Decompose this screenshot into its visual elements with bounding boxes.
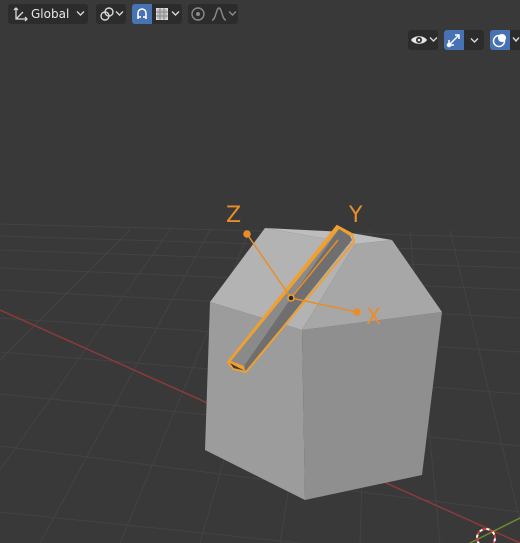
viewport-header: Global — [0, 0, 520, 28]
chevron-down-icon — [171, 10, 180, 17]
chevron-down-icon — [115, 10, 124, 17]
transform-orientation-dropdown[interactable]: Global — [8, 4, 88, 24]
eye-icon — [410, 33, 428, 47]
house-right-face — [302, 312, 442, 500]
chevron-down-icon — [228, 10, 237, 17]
chevron-down-icon — [429, 36, 438, 43]
proportional-editing-toggle[interactable] — [188, 4, 208, 24]
snap-magnet-icon — [134, 6, 150, 22]
3d-viewport[interactable] — [0, 0, 520, 543]
transform-orientation-value: Global — [31, 7, 70, 21]
overlays-dropdown[interactable] — [510, 30, 520, 50]
chevron-down-icon — [76, 10, 85, 17]
overlays-toggle[interactable] — [490, 30, 510, 50]
snap-target-dropdown[interactable] — [152, 4, 182, 24]
falloff-curve-icon — [211, 6, 227, 22]
pivot-link-icon — [99, 6, 115, 22]
gizmos-dropdown[interactable] — [464, 30, 484, 50]
pivot-point-dropdown[interactable] — [96, 4, 126, 24]
falloff-dropdown[interactable] — [208, 4, 238, 24]
visibility-dropdown[interactable] — [408, 30, 438, 50]
snap-toggle[interactable] — [132, 4, 152, 24]
chevron-down-icon — [512, 36, 520, 43]
proportional-editing-icon — [191, 7, 205, 21]
gizmo-x-label: X — [366, 305, 382, 330]
gizmos-toggle[interactable] — [444, 30, 464, 50]
overlays-icon — [492, 32, 508, 48]
gizmo-y-label: Y — [349, 203, 363, 228]
3d-cursor[interactable] — [476, 528, 496, 543]
transform-orientation-icon — [13, 6, 29, 22]
snap-increment-icon — [156, 8, 168, 20]
gizmo-icon — [446, 32, 462, 48]
gizmo-z-label: Z — [226, 203, 242, 228]
chevron-down-icon — [470, 37, 479, 44]
